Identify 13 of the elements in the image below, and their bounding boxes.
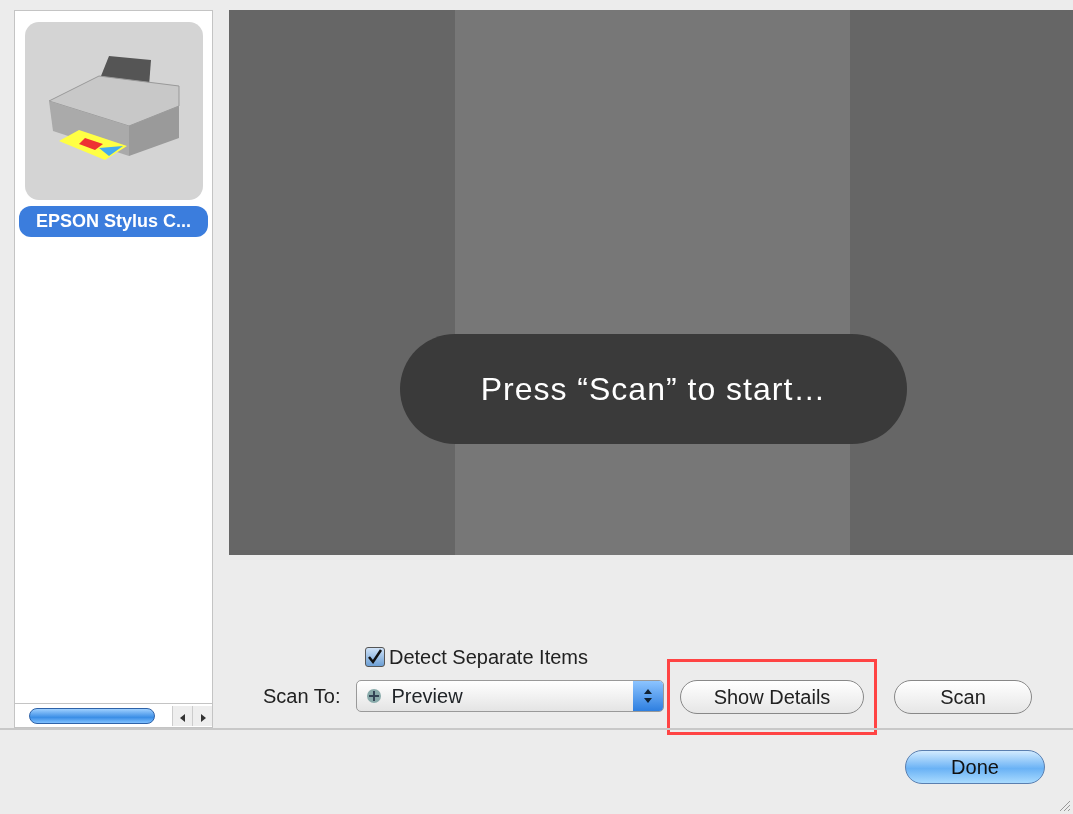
detect-separate-items-checkbox[interactable] xyxy=(365,647,385,667)
scan-prompt-message: Press “Scan” to start… xyxy=(400,334,907,444)
checkbox-label: Detect Separate Items xyxy=(389,645,588,670)
action-button[interactable]: Scan xyxy=(894,680,1032,714)
scroll-right-icon[interactable] xyxy=(192,705,212,726)
device-name[interactable]: EPSON Stylus C... xyxy=(19,206,208,237)
scan-to-dropdown[interactable]: Preview xyxy=(356,680,665,712)
scrollbar-thumb[interactable] xyxy=(29,707,155,724)
stepper-arrows-icon xyxy=(633,681,664,711)
scan-to-label: Scan To: xyxy=(263,684,341,709)
scroll-left-icon[interactable] xyxy=(172,705,192,726)
done-button[interactable]: Done xyxy=(905,750,1045,784)
action-button[interactable]: Show Details xyxy=(680,680,864,714)
